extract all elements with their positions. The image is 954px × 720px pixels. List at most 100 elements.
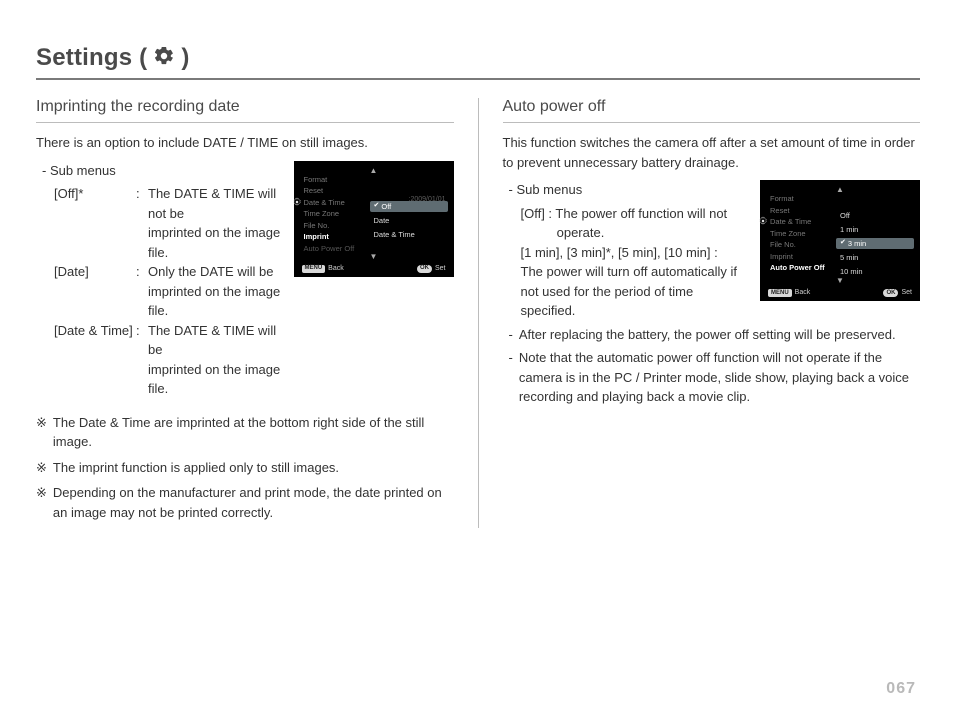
menu-item-value: :2009/01/01 bbox=[409, 196, 446, 204]
menu-item-active: Imprint bbox=[304, 232, 364, 241]
page: Settings ( ) Imprinting the recording da… bbox=[0, 0, 954, 720]
note-item: ※ The imprint function is applied only to… bbox=[36, 458, 454, 478]
note-item: ※ The Date & Time are imprinted at the bo… bbox=[36, 413, 454, 452]
def-key: [Date] bbox=[54, 262, 136, 282]
right-column: Auto power off This function switches th… bbox=[503, 98, 921, 528]
note-text: The Date & Time are imprinted at the bot… bbox=[53, 413, 454, 452]
def-sep: : bbox=[136, 184, 148, 204]
footer-back-label: Back bbox=[328, 265, 344, 273]
def-row: [Date] : Only the DATE will be bbox=[54, 262, 284, 282]
dash-text: Note that the automatic power off functi… bbox=[519, 348, 920, 407]
menu-item: Date & Time bbox=[770, 217, 830, 226]
menu-pill: MENU bbox=[302, 265, 326, 273]
def-row: [Off]* : The DATE & TIME will not be bbox=[54, 184, 284, 223]
def-key: [Date & Time] bbox=[54, 321, 136, 341]
page-title-suffix: ) bbox=[181, 44, 189, 72]
gear-icon bbox=[292, 197, 302, 211]
menu-item: File No. bbox=[770, 240, 830, 249]
camera-menu-options: Off 1 min ✔3 min 5 min 10 min bbox=[830, 210, 914, 277]
title-rule bbox=[36, 78, 920, 80]
footer-set-label: Set bbox=[435, 265, 446, 273]
def-val: The DATE & TIME will be bbox=[148, 321, 284, 360]
def-row-cont: imprinted on the image file. bbox=[54, 282, 284, 321]
def-val: The DATE & TIME will not be bbox=[148, 184, 284, 223]
note-symbol: ※ bbox=[36, 458, 47, 478]
submenu-label: - Sub menus bbox=[42, 161, 284, 181]
right-subheading: Auto power off bbox=[503, 98, 921, 123]
line: operate. bbox=[521, 223, 751, 243]
menu-item: Reset bbox=[304, 186, 364, 195]
camera-menu-body: Format Reset Date & Time Time Zone File … bbox=[766, 194, 914, 277]
right-intro: This function switches the camera off af… bbox=[503, 133, 921, 172]
def-row-cont: imprinted on the image file. bbox=[54, 360, 284, 399]
left-submenu-block: - Sub menus [Off]* : The DATE & TIME wil… bbox=[36, 161, 284, 399]
camera-menu-body: Format Reset Date & Time Time Zone File … bbox=[300, 175, 448, 253]
right-submenu-block: - Sub menus [Off] : The power off functi… bbox=[503, 180, 751, 321]
left-notes: ※ The Date & Time are imprinted at the bo… bbox=[36, 413, 454, 523]
left-upper-block: - Sub menus [Off]* : The DATE & TIME wil… bbox=[36, 161, 454, 399]
footer-back: MENU Back bbox=[768, 289, 810, 297]
right-dash-notes: -After replacing the battery, the power … bbox=[509, 325, 921, 407]
dash-item: -Note that the automatic power off funct… bbox=[509, 348, 921, 407]
dash-symbol: - bbox=[509, 348, 513, 407]
note-text: The imprint function is applied only to … bbox=[53, 458, 339, 478]
menu-item: Auto Power Off bbox=[304, 244, 364, 253]
scroll-down-icon: ▼ bbox=[766, 277, 914, 285]
page-title-row: Settings ( ) bbox=[36, 44, 920, 72]
footer-back-label: Back bbox=[795, 289, 811, 297]
def-val-cont: imprinted on the image file. bbox=[148, 223, 284, 262]
dash-item: -After replacing the battery, the power … bbox=[509, 325, 921, 345]
gear-icon bbox=[153, 45, 175, 72]
menu-item: Format bbox=[770, 194, 830, 203]
menu-item: Reset bbox=[770, 206, 830, 215]
right-body: This function switches the camera off af… bbox=[503, 133, 921, 407]
note-symbol: ※ bbox=[36, 483, 47, 503]
page-number: 067 bbox=[886, 680, 916, 698]
camera-menu-options: ✔Off Date Date & Time bbox=[364, 201, 448, 253]
def-val: Only the DATE will be bbox=[148, 262, 284, 282]
note-symbol: ※ bbox=[36, 413, 47, 433]
dash-text: After replacing the battery, the power o… bbox=[519, 325, 896, 345]
note-item: ※ Depending on the manufacturer and print… bbox=[36, 483, 454, 522]
def-val-cont: imprinted on the image file. bbox=[148, 360, 284, 399]
menu-item: File No. bbox=[304, 221, 364, 230]
column-divider bbox=[478, 98, 479, 528]
footer-set: OK Set bbox=[417, 265, 446, 273]
scroll-up-icon: ▲ bbox=[766, 186, 914, 194]
def-sep: : bbox=[136, 321, 148, 341]
check-icon: ✔ bbox=[840, 239, 846, 247]
line: [1 min], [3 min]*, [5 min], [10 min] : bbox=[521, 243, 751, 263]
menu-option: 10 min bbox=[836, 266, 914, 277]
line: not used for the period of time specifie… bbox=[521, 282, 751, 321]
line: The power will turn off automatically if bbox=[521, 262, 751, 282]
menu-item: Date & Time bbox=[304, 198, 364, 207]
def-key: [Off]* bbox=[54, 184, 136, 204]
footer-set-label: Set bbox=[901, 289, 912, 297]
def-row-cont: imprinted on the image file. bbox=[54, 223, 284, 262]
submenu-label: - Sub menus bbox=[509, 180, 751, 200]
menu-option-selected: ✔3 min bbox=[836, 238, 914, 249]
gear-icon bbox=[758, 216, 768, 230]
camera-menu-left-list: Format Reset Date & Time Time Zone File … bbox=[300, 175, 364, 253]
scroll-down-icon: ▼ bbox=[300, 253, 448, 261]
camera-menu-footer: MENU Back OK Set bbox=[766, 289, 914, 299]
check-icon: ✔ bbox=[374, 202, 380, 210]
ok-pill: OK bbox=[883, 289, 898, 297]
line: [Off] : The power off function will not bbox=[521, 204, 751, 224]
menu-option: Date bbox=[370, 215, 448, 226]
dash-symbol: - bbox=[509, 325, 513, 345]
left-subheading: Imprinting the recording date bbox=[36, 98, 454, 123]
footer-back: MENU Back bbox=[302, 265, 344, 273]
left-body: There is an option to include DATE / TIM… bbox=[36, 133, 454, 522]
camera-menu-screenshot-autopoweroff: ▲ Format Reset Date & Time Time Zone Fil… bbox=[760, 180, 920, 301]
menu-option: Off bbox=[836, 210, 914, 221]
note-text: Depending on the manufacturer and print … bbox=[53, 483, 454, 522]
menu-option: 1 min bbox=[836, 224, 914, 235]
right-upper-block: - Sub menus [Off] : The power off functi… bbox=[503, 180, 921, 321]
camera-menu-footer: MENU Back OK Set bbox=[300, 265, 448, 275]
def-row: [Date & Time] : The DATE & TIME will be bbox=[54, 321, 284, 360]
menu-item: Time Zone bbox=[770, 229, 830, 238]
menu-item: Imprint bbox=[770, 252, 830, 261]
right-lines: [Off] : The power off function will not … bbox=[521, 204, 751, 321]
two-column-layout: Imprinting the recording date There is a… bbox=[36, 98, 920, 528]
